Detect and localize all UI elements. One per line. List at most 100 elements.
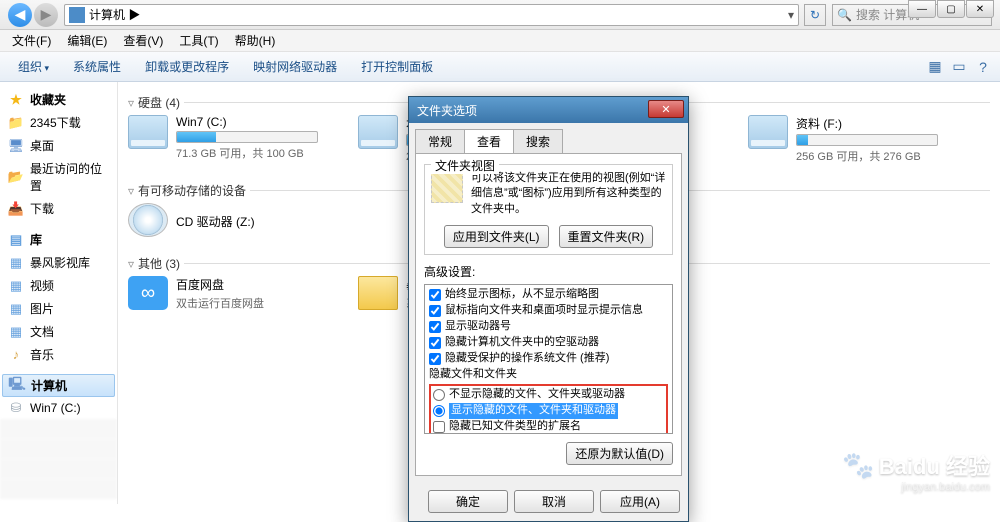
menu-help[interactable]: 帮助(H) xyxy=(227,30,284,51)
menu-file[interactable]: 文件(F) xyxy=(4,30,59,51)
optical-drive-item[interactable]: CD 驱动器 (Z:) xyxy=(128,203,318,237)
sidebar-favorites-header[interactable]: ★收藏夹 xyxy=(0,88,117,111)
advanced-option[interactable]: 不显示隐藏的文件、文件夹或驱动器 xyxy=(433,387,664,403)
advanced-option[interactable]: 鼠标指向文件夹和桌面项时显示提示信息 xyxy=(429,303,668,319)
video-lib-icon: ▦ xyxy=(8,255,24,271)
toolbar-map-network-drive[interactable]: 映射网络驱动器 xyxy=(243,54,347,79)
dialog-title-text: 文件夹选项 xyxy=(417,102,477,119)
apply-button[interactable]: 应用(A) xyxy=(600,490,680,513)
toolbar-organize[interactable]: 组织 xyxy=(8,54,59,79)
menu-bar: 文件(F) 编辑(E) 查看(V) 工具(T) 帮助(H) xyxy=(0,30,1000,52)
advanced-option[interactable]: 隐藏计算机文件夹中的空驱动器 xyxy=(429,335,668,351)
checkbox[interactable] xyxy=(429,305,441,317)
disc-icon xyxy=(128,203,168,237)
pictures-icon: ▦ xyxy=(8,301,24,317)
restore-defaults-button[interactable]: 还原为默认值(D) xyxy=(566,442,673,465)
folder-icon xyxy=(358,276,398,310)
option-label: 隐藏受保护的操作系统文件 (推荐) xyxy=(445,351,609,367)
address-bar[interactable]: 计算机 ▶ ▾ xyxy=(64,4,799,26)
documents-icon: ▦ xyxy=(8,324,24,340)
ok-button[interactable]: 确定 xyxy=(428,490,508,513)
address-dropdown-icon[interactable]: ▾ xyxy=(788,8,794,22)
menu-edit[interactable]: 编辑(E) xyxy=(59,30,115,51)
sidebar-item-videos[interactable]: ▦视频 xyxy=(0,274,117,297)
apply-to-folders-button[interactable]: 应用到文件夹(L) xyxy=(444,225,549,248)
collapse-icon[interactable]: ▿ xyxy=(128,257,134,271)
sidebar-item-documents[interactable]: ▦文档 xyxy=(0,320,117,343)
radio[interactable] xyxy=(433,405,445,417)
reset-folders-button[interactable]: 重置文件夹(R) xyxy=(559,225,654,248)
folder-view-preview-icon xyxy=(431,171,463,203)
library-icon: ▤ xyxy=(8,232,24,248)
checkbox[interactable] xyxy=(433,421,445,433)
checkbox[interactable] xyxy=(429,321,441,333)
sidebar-item-recent[interactable]: 📂最近访问的位置 xyxy=(0,157,117,197)
downloads-icon: 📥 xyxy=(8,201,24,217)
cancel-button[interactable]: 取消 xyxy=(514,490,594,513)
sidebar-item-baofeng[interactable]: ▦暴风影视库 xyxy=(0,251,117,274)
option-label: 显示驱动器号 xyxy=(445,319,511,335)
computer-icon xyxy=(69,7,85,23)
sidebar-item-downloads[interactable]: 📥下载 xyxy=(0,197,117,220)
option-label: 始终显示图标，从不显示缩略图 xyxy=(445,287,599,303)
checkbox[interactable] xyxy=(429,353,441,365)
highlighted-options-box: 不显示隐藏的文件、文件夹或驱动器显示隐藏的文件、文件夹和驱动器隐藏已知文件类型的… xyxy=(429,384,668,434)
dialog-titlebar[interactable]: 文件夹选项 ✕ xyxy=(409,97,688,123)
dialog-close-button[interactable]: ✕ xyxy=(648,100,684,118)
refresh-button[interactable]: ↻ xyxy=(804,4,826,26)
tab-search[interactable]: 搜索 xyxy=(513,129,563,153)
sidebar-item-music[interactable]: ♪音乐 xyxy=(0,343,117,366)
sidebar-item-desktop[interactable]: 🖥桌面 xyxy=(0,134,117,157)
toolbar-system-properties[interactable]: 系统属性 xyxy=(63,54,131,79)
advanced-option[interactable]: 显示隐藏的文件、文件夹和驱动器 xyxy=(433,403,664,419)
disk-icon: ⛁ xyxy=(8,400,24,416)
checkbox[interactable] xyxy=(429,289,441,301)
sidebar: ★收藏夹 📁2345下载 🖥桌面 📂最近访问的位置 📥下载 ▤库 ▦暴风影视库 … xyxy=(0,82,118,504)
sidebar-item-pictures[interactable]: ▦图片 xyxy=(0,297,117,320)
sidebar-item-obscured-4[interactable] xyxy=(0,479,117,499)
toolbar-control-panel[interactable]: 打开控制面板 xyxy=(351,54,443,79)
tab-view[interactable]: 查看 xyxy=(464,129,514,153)
advanced-option[interactable]: 隐藏受保护的操作系统文件 (推荐) xyxy=(429,351,668,367)
drive-icon xyxy=(128,115,168,149)
drive-item-f[interactable]: 资料 (F:) 256 GB 可用，共 276 GB xyxy=(748,115,938,164)
sidebar-item-obscured-1[interactable] xyxy=(0,419,117,439)
drive-item-c[interactable]: Win7 (C:) 71.3 GB 可用，共 100 GB xyxy=(128,115,318,164)
nav-back-button[interactable]: ◀ xyxy=(8,3,32,27)
window-maximize-button[interactable]: ▢ xyxy=(937,0,965,18)
advanced-option[interactable]: 显示驱动器号 xyxy=(429,319,668,335)
sidebar-item-2345download[interactable]: 📁2345下载 xyxy=(0,111,117,134)
sidebar-computer-header[interactable]: 🖳计算机 xyxy=(2,374,115,397)
advanced-option[interactable]: 隐藏已知文件类型的扩展名 xyxy=(433,419,664,435)
star-icon: ★ xyxy=(8,92,24,108)
sidebar-item-obscured-2[interactable] xyxy=(0,439,117,459)
radio[interactable] xyxy=(433,389,445,401)
search-icon: 🔍 xyxy=(837,8,852,22)
menu-tools[interactable]: 工具(T) xyxy=(171,30,226,51)
window-minimize-button[interactable]: — xyxy=(908,0,936,18)
collapse-icon[interactable]: ▿ xyxy=(128,96,134,110)
window-close-button[interactable]: ✕ xyxy=(966,0,994,18)
menu-view[interactable]: 查看(V) xyxy=(115,30,171,51)
advanced-option[interactable]: 隐藏文件和文件夹 xyxy=(429,367,668,383)
music-icon: ♪ xyxy=(8,347,24,363)
option-label: 隐藏计算机文件夹中的空驱动器 xyxy=(445,335,599,351)
nav-forward-button[interactable]: ▶ xyxy=(34,3,58,27)
address-text: 计算机 ▶ xyxy=(89,6,788,23)
sidebar-item-obscured-3[interactable] xyxy=(0,459,117,479)
advanced-option[interactable]: 始终显示图标，从不显示缩略图 xyxy=(429,287,668,303)
sidebar-item-drive-c[interactable]: ⛁Win7 (C:) xyxy=(0,397,117,419)
collapse-icon[interactable]: ▿ xyxy=(128,184,134,198)
toolbar-uninstall-programs[interactable]: 卸载或更改程序 xyxy=(135,54,239,79)
folder-view-group: 文件夹视图 可以将该文件夹正在使用的视图(例如“详细信息”或“图标”)应用到所有… xyxy=(424,164,673,255)
help-icon[interactable]: ? xyxy=(974,58,992,76)
tab-general[interactable]: 常规 xyxy=(415,129,465,153)
advanced-settings-tree[interactable]: 始终显示图标，从不显示缩略图鼠标指向文件夹和桌面项时显示提示信息显示驱动器号隐藏… xyxy=(424,284,673,434)
option-label: 隐藏已知文件类型的扩展名 xyxy=(449,419,581,435)
dialog-tabs: 常规 查看 搜索 xyxy=(409,123,688,153)
view-mode-icon[interactable]: ▦ xyxy=(926,58,944,76)
checkbox[interactable] xyxy=(429,337,441,349)
preview-pane-icon[interactable]: ▭ xyxy=(950,58,968,76)
other-item-baidupan[interactable]: ∞ 百度网盘 双击运行百度网盘 xyxy=(128,276,318,311)
sidebar-libraries-header[interactable]: ▤库 xyxy=(0,228,117,251)
